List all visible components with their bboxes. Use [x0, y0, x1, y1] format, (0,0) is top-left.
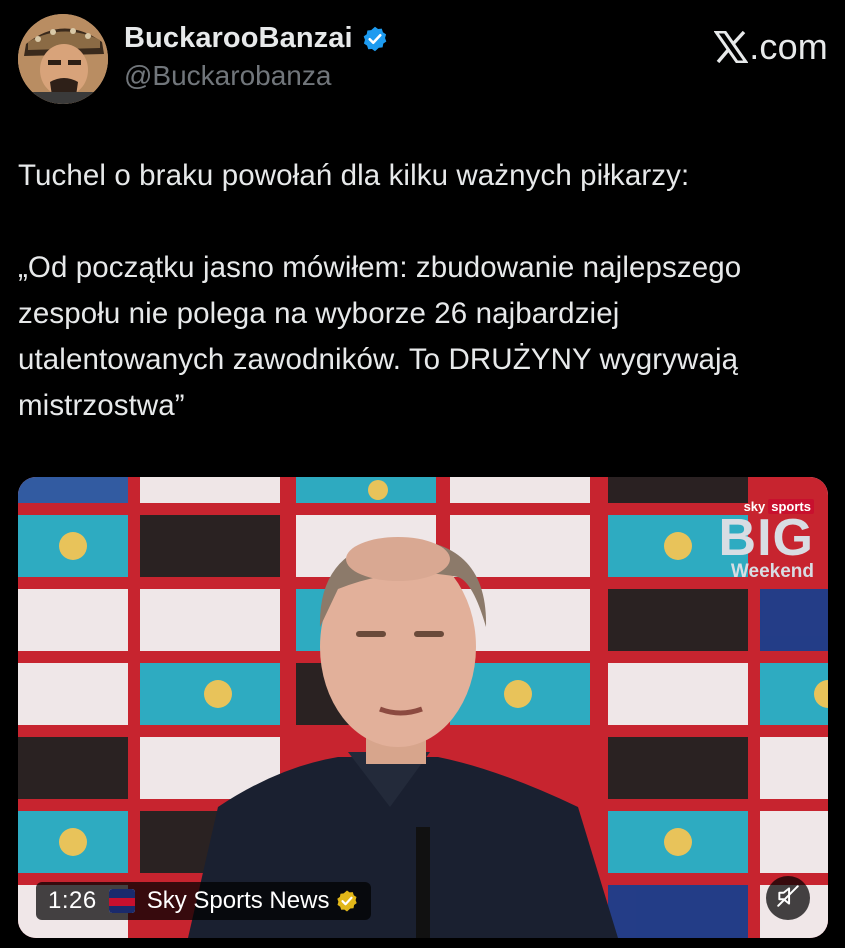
site-label[interactable]: .com — [713, 26, 828, 68]
video-source-name[interactable]: Sky Sports News — [147, 887, 330, 915]
handle[interactable]: @Buckarobanza — [124, 60, 389, 92]
video-player[interactable]: sky sports BIG Weekend 1:26 Sky Sports N… — [18, 477, 828, 938]
video-frame — [18, 477, 828, 938]
x-logo-icon — [713, 30, 750, 64]
muted-speaker-icon — [775, 883, 801, 914]
channel-watermark: sky sports BIG Weekend — [719, 499, 814, 582]
avatar[interactable] — [18, 14, 108, 104]
tweet-header: BuckarooBanzai @Buckarobanza .com — [18, 10, 828, 105]
site-domain: .com — [749, 26, 828, 67]
verified-badge-icon — [361, 25, 389, 53]
source-verified-badge-icon — [335, 889, 359, 913]
watermark-subtitle: Weekend — [730, 561, 814, 582]
watermark-title: BIG — [718, 509, 814, 567]
mute-button[interactable] — [766, 876, 810, 920]
author-names: BuckarooBanzai @Buckarobanza — [124, 22, 389, 92]
video-duration: 1:26 — [48, 887, 97, 914]
tweet-text: Tuchel o braku powołań dla kilku ważnych… — [18, 159, 742, 422]
video-info-bar: 1:26 Sky Sports News — [36, 882, 372, 920]
sky-sports-news-logo-icon — [108, 889, 135, 913]
display-name[interactable]: BuckarooBanzai — [124, 22, 353, 55]
